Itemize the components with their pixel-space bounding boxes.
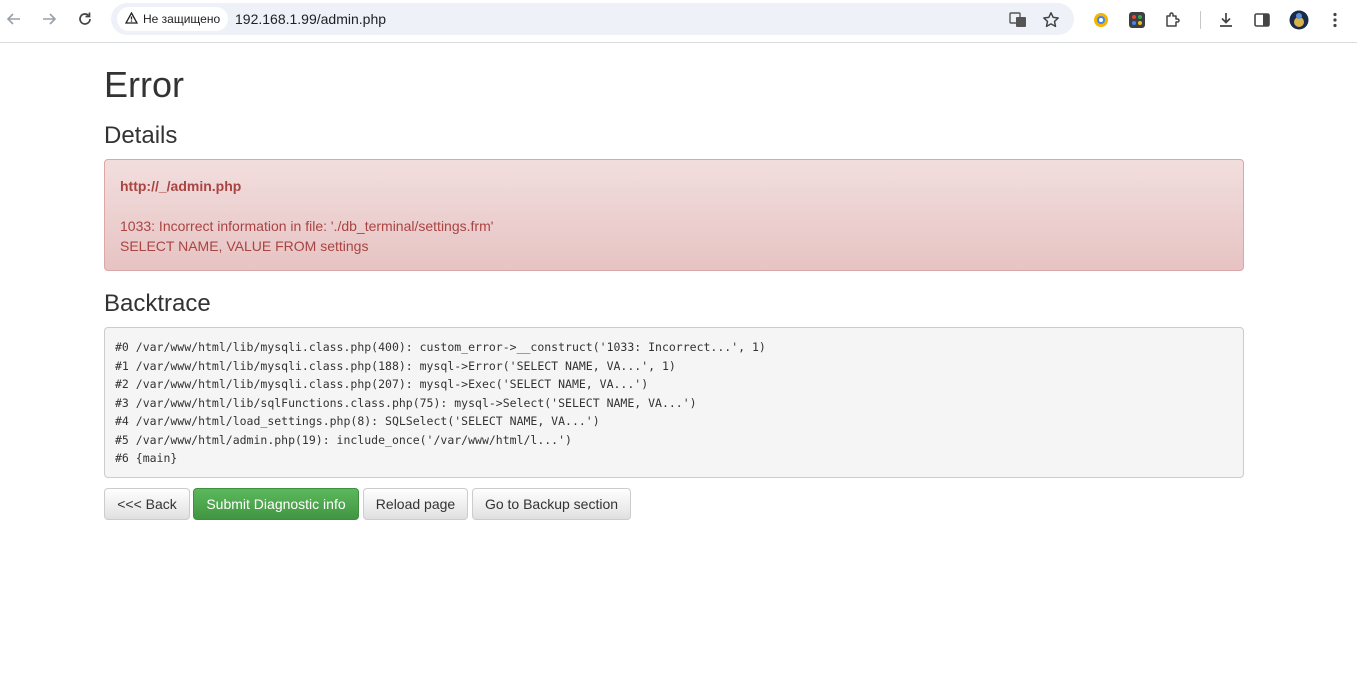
security-label: Не защищено [143,12,221,26]
bookmark-star-icon[interactable] [1041,10,1061,30]
extensions-puzzle-icon[interactable] [1162,9,1184,31]
translate-icon[interactable] [1008,10,1028,30]
browser-toolbar: Не защищено 192.168.1.99/admin.php [0,0,1357,43]
submit-diagnostic-button[interactable]: Submit Diagnostic info [193,488,359,520]
address-bar[interactable]: Не защищено 192.168.1.99/admin.php [111,3,1074,35]
backtrace-heading: Backtrace [104,290,211,317]
error-url: http://_/admin.php [120,178,242,194]
download-icon[interactable] [1215,9,1237,31]
reload-page-button[interactable]: Reload page [363,488,468,520]
profile-avatar-icon[interactable] [1288,9,1310,31]
extension-palette-icon[interactable] [1126,9,1148,31]
backtrace-block: #0 /var/www/html/lib/mysqli.class.php(40… [104,327,1244,478]
back-button[interactable]: <<< Back [104,488,190,520]
error-query: SELECT NAME, VALUE FROM settings [120,238,369,254]
error-message: 1033: Incorrect information in file: './… [120,218,494,234]
error-alert: http://_/admin.php 1033: Incorrect infor… [104,159,1244,271]
security-chip[interactable]: Не защищено [117,7,229,31]
backtrace-line: #1 /var/www/html/lib/mysqli.class.php(18… [115,358,676,373]
backtrace-line: #4 /var/www/html/load_settings.php(8): S… [115,414,600,428]
details-heading: Details [104,122,178,149]
page-title: Error [104,64,184,105]
forward-arrow-icon[interactable] [36,8,62,30]
extension-color-icon[interactable] [1090,9,1112,31]
reload-icon[interactable] [72,8,98,30]
backtrace-line: #6 {main} [115,451,178,465]
side-panel-icon[interactable] [1251,9,1273,31]
backtrace-line: #3 /var/www/html/lib/sqlFunctions.class.… [115,395,697,410]
url-text: 192.168.1.99/admin.php [235,11,387,27]
back-arrow-icon[interactable] [1,8,27,30]
backup-section-button[interactable]: Go to Backup section [472,488,631,520]
toolbar-separator [1200,11,1201,29]
backtrace-line: #0 /var/www/html/lib/mysqli.class.php(40… [115,340,766,354]
menu-kebab-icon[interactable] [1324,9,1346,31]
backtrace-line: #5 /var/www/html/admin.php(19): include_… [115,432,572,447]
warning-icon [124,11,139,27]
backtrace-line: #2 /var/www/html/lib/mysqli.class.php(20… [115,377,649,391]
